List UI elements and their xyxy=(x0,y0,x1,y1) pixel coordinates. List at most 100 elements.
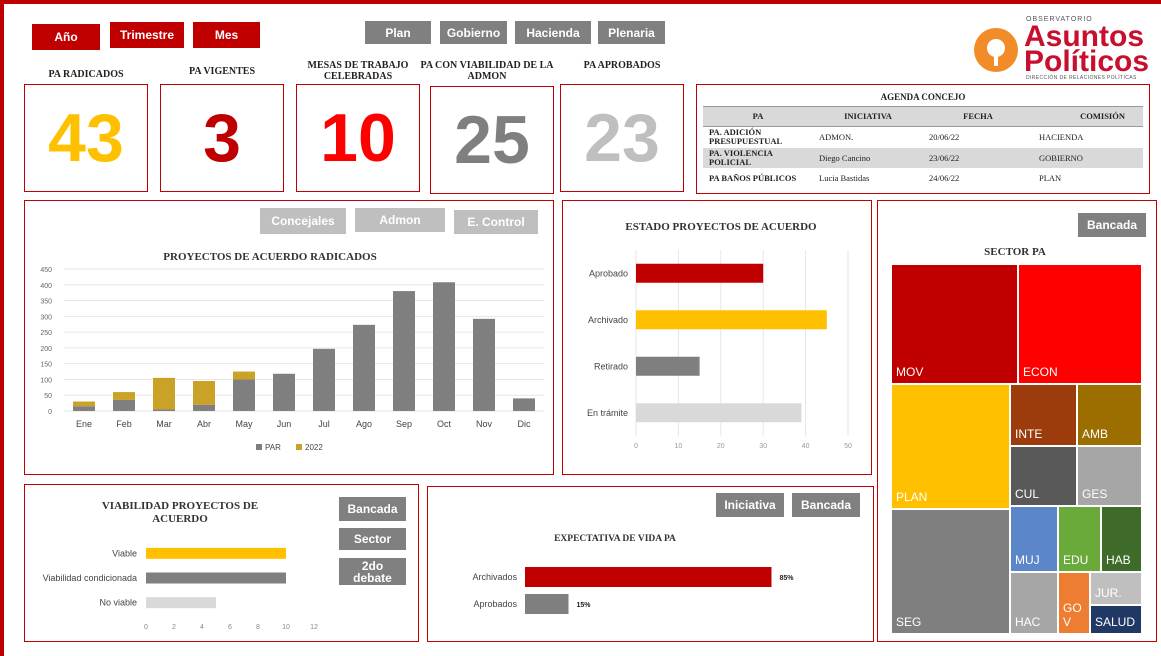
agenda-row[interactable]: PA. ADICIÓN PRESUPUESTUAL ADMON. 20/06/2… xyxy=(703,126,1143,148)
agenda-row[interactable]: PA BAÑOS PÚBLICOS Lucia Bastidas 24/06/2… xyxy=(703,168,1143,188)
bar xyxy=(525,594,569,614)
treemap-tile[interactable]: ECON xyxy=(1018,264,1142,384)
category-label: Viabilidad condicionada xyxy=(43,573,137,583)
bar xyxy=(636,310,827,330)
filter-quarter-button[interactable]: Trimestre xyxy=(110,22,184,48)
filter-econtrol-button[interactable]: E. Control xyxy=(454,210,538,234)
filter-gobierno-button[interactable]: Gobierno xyxy=(440,21,507,44)
y-tick-label: 450 xyxy=(40,267,52,274)
category-label: No viable xyxy=(99,598,137,608)
treemap-tile-label: INTE xyxy=(1015,427,1043,441)
agenda-header-pa: PA xyxy=(752,111,764,121)
expectativa-iniciativa-button[interactable]: Iniciativa xyxy=(716,493,784,517)
x-tick-label: Ago xyxy=(356,419,372,429)
x-tick-label: 0 xyxy=(144,624,148,631)
agenda-title: AGENDA CONCEJO xyxy=(703,88,1143,107)
filter-plan-button[interactable]: Plan xyxy=(365,21,431,44)
viabilidad-segundo-debate-button[interactable]: 2do debate xyxy=(339,558,406,585)
filter-hacienda-button[interactable]: Hacienda xyxy=(515,21,591,44)
bar-PAR xyxy=(353,324,375,411)
treemap-tile[interactable]: PLAN xyxy=(891,384,1010,509)
legend-swatch xyxy=(256,444,262,450)
agenda-cell-iniciativa: Diego Cancino xyxy=(819,153,871,163)
bar-2022 xyxy=(113,392,135,400)
filter-month-button[interactable]: Mes xyxy=(193,22,260,48)
filter-plenaria-button[interactable]: Plenaria xyxy=(598,21,665,44)
bar-2022 xyxy=(193,381,215,405)
treemap-tile-label: SALUD xyxy=(1095,615,1136,629)
logo-line2: Políticos xyxy=(1024,45,1150,78)
treemap-tile-label: MOV xyxy=(896,365,924,379)
viabilidad-chart-title: VIABILIDAD PROYECTOS DE ACUERDO xyxy=(101,500,259,525)
treemap-tile-label: JUR. xyxy=(1095,586,1122,600)
treemap-tile[interactable]: HAB xyxy=(1101,506,1142,572)
treemap-tile-label: MUJ xyxy=(1015,553,1040,567)
kpi-label-viabilidad: PA CON VIABILIDAD DE LA ADMON xyxy=(420,60,554,82)
kpi-label-radicados: PA RADICADOS xyxy=(48,69,124,80)
kpi-value-radicados: 43 xyxy=(24,84,148,192)
agenda-cell-pa: PA. ADICIÓN PRESUPUESTUAL xyxy=(709,127,783,147)
treemap-tile[interactable]: SEG xyxy=(891,509,1010,634)
y-tick-label: 300 xyxy=(40,314,52,321)
agenda-cell-fecha: 24/06/22 xyxy=(929,173,960,183)
treemap-tile[interactable]: GO V xyxy=(1058,572,1090,634)
y-tick-label: 350 xyxy=(40,299,52,306)
radicados-bar-chart: 0 50 100 150 200 250 300 350 400 450 Ene Feb Mar Abr M… xyxy=(40,267,544,452)
x-tick-label: Abr xyxy=(197,419,211,429)
treemap-tile[interactable]: MUJ xyxy=(1010,506,1058,572)
expectativa-bancada-button[interactable]: Bancada xyxy=(792,493,860,517)
kpi-value-vigentes: 3 xyxy=(160,84,284,192)
x-tick-label: 4 xyxy=(200,624,204,631)
x-tick-label: Jul xyxy=(318,419,330,429)
agenda-row[interactable]: PA. VIOLENCIA POLICIAL Diego Cancino 23/… xyxy=(703,148,1143,168)
viabilidad-bar-chart: Viable Viabilidad condicionada No viable 0 2… xyxy=(43,547,318,631)
viabilidad-sector-button[interactable]: Sector xyxy=(339,528,406,550)
data-label: 85% xyxy=(780,575,795,582)
x-tick-label: 12 xyxy=(310,624,318,631)
category-label: Aprobado xyxy=(589,268,628,278)
sector-bancada-button[interactable]: Bancada xyxy=(1078,213,1146,237)
treemap-tile-label: SEG xyxy=(896,615,922,629)
y-tick-label: 200 xyxy=(40,346,52,353)
x-tick-label: 8 xyxy=(256,624,260,631)
asuntos-politicos-logo: OBSERVATORIO Asuntos Políticos DIRECCIÓN… xyxy=(972,14,1152,84)
filter-year-button[interactable]: Año xyxy=(32,24,100,50)
agenda-cell-iniciativa: ADMON. xyxy=(819,132,854,143)
x-tick-label: 10 xyxy=(675,443,683,450)
agenda-cell-iniciativa: Lucia Bastidas xyxy=(819,173,870,183)
treemap-tile[interactable]: INTE xyxy=(1010,384,1077,446)
bar xyxy=(146,572,286,584)
treemap-tile-label: HAC xyxy=(1015,615,1041,629)
treemap-tile[interactable]: AMB xyxy=(1077,384,1142,446)
bar-2022 xyxy=(73,401,95,407)
x-tick-label: 10 xyxy=(282,624,290,631)
bar-PAR xyxy=(153,409,175,411)
treemap-tile[interactable]: SALUD xyxy=(1090,605,1142,634)
x-tick-label: 0 xyxy=(634,443,638,450)
viabilidad-bancada-button[interactable]: Bancada xyxy=(339,497,406,521)
treemap-tile-label: PLAN xyxy=(896,490,928,504)
bar-PAR xyxy=(73,406,95,411)
treemap-tile[interactable]: MOV xyxy=(891,264,1018,384)
agenda-cell-pa: PA. VIOLENCIA POLICIAL xyxy=(709,148,773,167)
treemap-tile[interactable]: EDU xyxy=(1058,506,1101,572)
agenda-cell-fecha: 20/06/22 xyxy=(929,132,960,143)
agenda-header-comision: COMISIÓN xyxy=(1080,111,1125,121)
treemap-tile[interactable]: GES xyxy=(1077,446,1142,506)
kpi-label-vigentes: PA VIGENTES xyxy=(188,66,256,77)
treemap-tile[interactable]: JUR. xyxy=(1090,572,1142,605)
agenda-header-iniciativa: INICIATIVA xyxy=(844,111,892,121)
filter-concejales-button[interactable]: Concejales xyxy=(260,208,346,234)
filter-admon-button[interactable]: Admon xyxy=(355,208,445,232)
legend-swatch xyxy=(296,444,302,450)
x-tick-label: 6 xyxy=(228,624,232,631)
agenda-cell-comision: PLAN xyxy=(1039,173,1062,183)
bar xyxy=(146,547,286,559)
treemap-tile[interactable]: HAC xyxy=(1010,572,1058,634)
x-tick-label: 20 xyxy=(717,443,725,450)
bar-PAR xyxy=(233,379,255,411)
y-tick-label: 400 xyxy=(40,283,52,290)
treemap-tile[interactable]: CUL xyxy=(1010,446,1077,506)
bar-PAR xyxy=(313,348,335,411)
legend-label: PAR xyxy=(265,443,281,452)
